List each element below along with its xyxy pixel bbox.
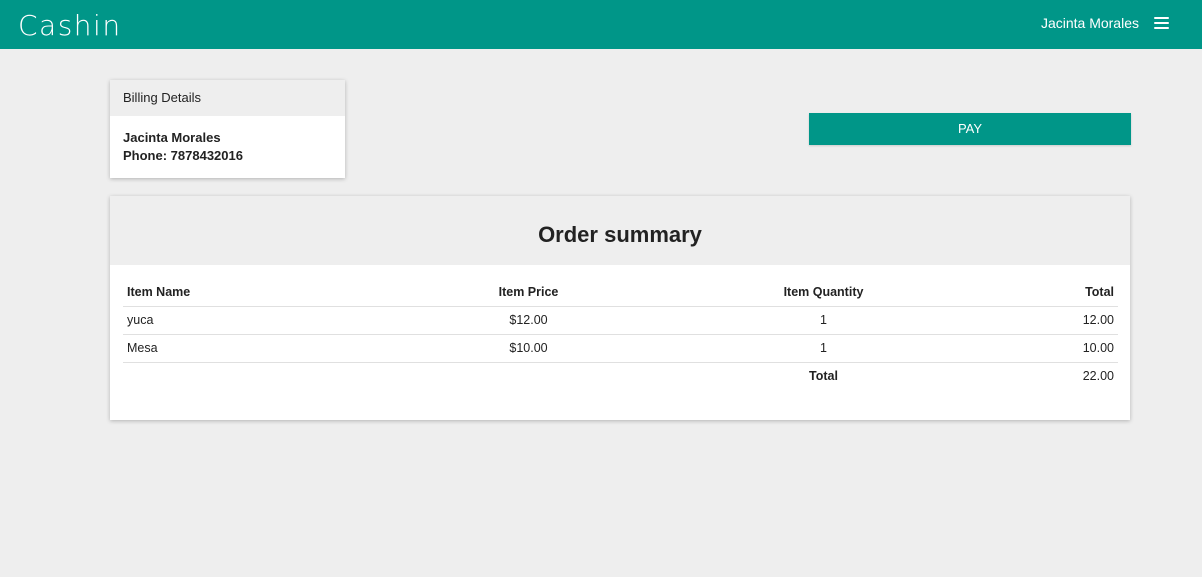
total-label: Total (809, 369, 838, 383)
menu-icon-bar-top (1154, 17, 1169, 19)
column-header-item-price: Item Price (381, 279, 676, 307)
table-header-row: Item Name Item Price Item Quantity Total (123, 279, 1118, 307)
menu-icon-bar-bottom (1154, 27, 1169, 29)
item-total-cell: 12.00 (971, 306, 1118, 335)
user-name[interactable]: Jacinta Morales (1041, 15, 1139, 31)
empty-cell (381, 363, 676, 391)
column-header-item-name: Item Name (123, 279, 381, 307)
brand-logo[interactable]: Cashin (18, 9, 122, 43)
top-app-bar: Cashin Jacinta Morales (0, 0, 1202, 49)
billing-details-card: Billing Details Jacinta Morales Phone: 7… (110, 80, 345, 178)
item-quantity-cell: 1 (676, 306, 971, 335)
empty-cell (123, 363, 381, 391)
total-row: Total 22.00 (123, 363, 1118, 391)
column-header-item-quantity: Item Quantity (676, 279, 971, 307)
order-table: Item Name Item Price Item Quantity Total… (123, 279, 1118, 390)
order-summary-card: Order summary Item Name Item Price Item … (110, 196, 1130, 420)
billing-details-title: Billing Details (110, 80, 345, 116)
table-row: Mesa $10.00 1 10.00 (123, 334, 1118, 363)
billing-phone: Phone: 7878432016 (123, 148, 243, 163)
column-header-total: Total (971, 279, 1118, 307)
hamburger-menu-icon[interactable] (1154, 17, 1169, 30)
item-quantity-cell: 1 (676, 334, 971, 363)
pay-button[interactable]: PAY (809, 113, 1131, 145)
billing-details-body: Jacinta Morales Phone: 7878432016 (110, 116, 345, 165)
item-total-cell: 10.00 (971, 334, 1118, 363)
billing-name: Jacinta Morales (123, 130, 221, 145)
item-name-cell: Mesa (123, 334, 381, 363)
menu-icon-bar-middle (1154, 22, 1169, 24)
item-price-cell: $10.00 (381, 334, 676, 363)
grand-total-value: 22.00 (1082, 369, 1114, 383)
order-summary-title: Order summary (110, 196, 1130, 265)
item-name-cell: yuca (123, 306, 381, 335)
item-price-cell: $12.00 (381, 306, 676, 335)
table-row: yuca $12.00 1 12.00 (123, 306, 1118, 335)
